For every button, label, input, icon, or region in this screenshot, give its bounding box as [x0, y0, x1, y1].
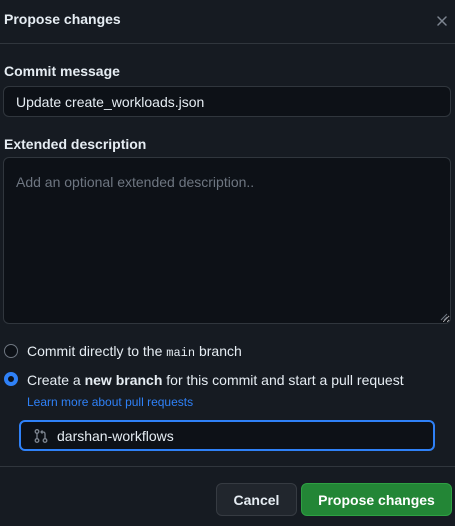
- new-branch-emphasis: new branch: [84, 372, 163, 388]
- git-pull-request-icon: [34, 429, 48, 443]
- commit-direct-prefix: Commit directly to the: [27, 343, 167, 359]
- new-branch-suffix: for this commit and start a pull request: [162, 372, 404, 388]
- dialog-title: Propose changes: [4, 11, 121, 27]
- learn-more-pull-requests-link[interactable]: Learn more about pull requests: [27, 395, 193, 409]
- extended-description-label: Extended description: [4, 136, 147, 152]
- commit-message-label: Commit message: [4, 63, 120, 79]
- commit-direct-radio[interactable]: [4, 344, 18, 358]
- footer-divider: [0, 466, 455, 467]
- extended-description-textarea[interactable]: [3, 157, 451, 324]
- main-branch-name: main: [166, 346, 196, 360]
- branch-name-field[interactable]: [19, 420, 435, 451]
- dialog-header: Propose changes: [0, 0, 455, 44]
- cancel-button[interactable]: Cancel: [216, 483, 297, 516]
- new-branch-label[interactable]: Create a new branch for this commit and …: [27, 372, 404, 388]
- new-branch-radio[interactable]: [4, 372, 18, 386]
- commit-direct-label[interactable]: Commit directly to the main branch: [27, 343, 242, 360]
- resize-grip-icon[interactable]: [440, 313, 448, 321]
- commit-direct-suffix: branch: [195, 343, 242, 359]
- propose-changes-button[interactable]: Propose changes: [301, 483, 452, 516]
- new-branch-prefix: Create a: [27, 372, 85, 388]
- commit-message-input[interactable]: [3, 86, 451, 117]
- close-icon[interactable]: [434, 13, 450, 29]
- branch-name-input[interactable]: [57, 422, 427, 449]
